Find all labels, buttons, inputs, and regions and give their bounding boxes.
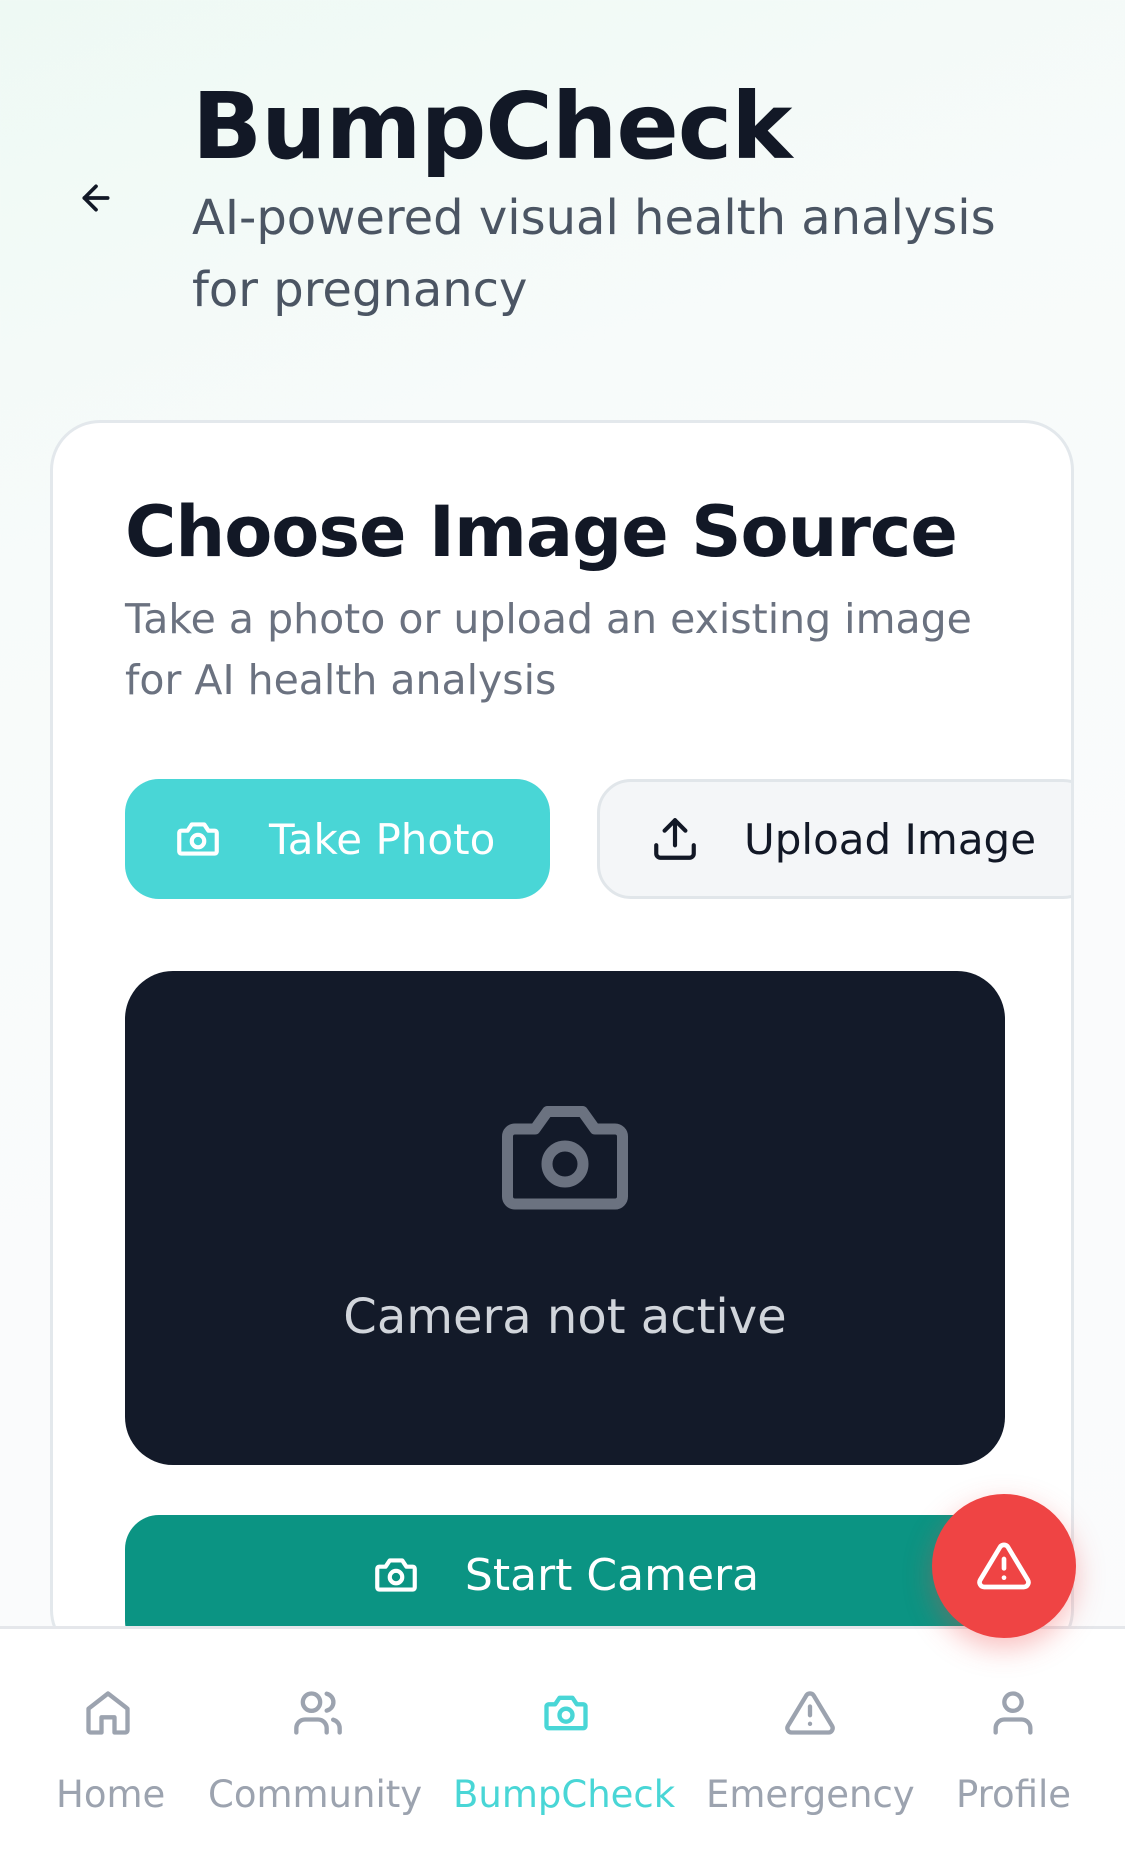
camera-status: Camera not active: [343, 1289, 787, 1345]
card-title: Choose Image Source: [125, 491, 958, 573]
page-header: BumpCheck AI-powered visual health analy…: [0, 0, 1125, 400]
nav-item-home[interactable]: Home: [48, 1629, 168, 1859]
emergency-fab[interactable]: [932, 1494, 1076, 1638]
bottom-nav: Home Community BumpCheck Emergency Profi…: [0, 1626, 1125, 1859]
back-button[interactable]: [66, 168, 126, 228]
nav-label-emergency: Emergency: [706, 1773, 915, 1816]
start-camera-label: Start Camera: [464, 1549, 760, 1601]
image-source-card: Choose Image Source Take a photo or uplo…: [50, 420, 1074, 1660]
camera-icon: [375, 1558, 417, 1592]
alert-triangle-icon: [785, 1691, 835, 1735]
camera-icon: [177, 822, 219, 856]
camera-icon: [502, 1106, 628, 1210]
nav-label-home: Home: [56, 1773, 166, 1816]
upload-image-button[interactable]: Upload Image: [597, 779, 1071, 899]
user-icon: [993, 1691, 1033, 1735]
arrow-left-icon: [82, 184, 110, 212]
users-icon: [294, 1691, 342, 1735]
upload-icon: [654, 818, 696, 860]
camera-icon: [544, 1695, 588, 1731]
nav-label-community: Community: [208, 1773, 423, 1816]
camera-preview: Camera not active: [125, 971, 1005, 1465]
nav-label-profile: Profile: [956, 1773, 1072, 1816]
home-icon: [86, 1691, 130, 1735]
nav-item-bumpcheck[interactable]: BumpCheck: [450, 1629, 680, 1859]
nav-item-emergency[interactable]: Emergency: [702, 1629, 915, 1859]
nav-item-community[interactable]: Community: [206, 1629, 426, 1859]
card-description: Take a photo or upload an existing image…: [125, 595, 972, 704]
nav-label-bumpcheck: BumpCheck: [453, 1773, 676, 1816]
nav-item-profile[interactable]: Profile: [950, 1629, 1080, 1859]
take-photo-button[interactable]: Take Photo: [125, 779, 550, 899]
upload-image-label: Upload Image: [744, 814, 1037, 864]
take-photo-label: Take Photo: [269, 814, 496, 864]
alert-triangle-icon: [977, 1542, 1031, 1590]
app-title: BumpCheck: [192, 73, 792, 180]
app-subtitle: AI-powered visual health analysis for pr…: [192, 190, 996, 318]
